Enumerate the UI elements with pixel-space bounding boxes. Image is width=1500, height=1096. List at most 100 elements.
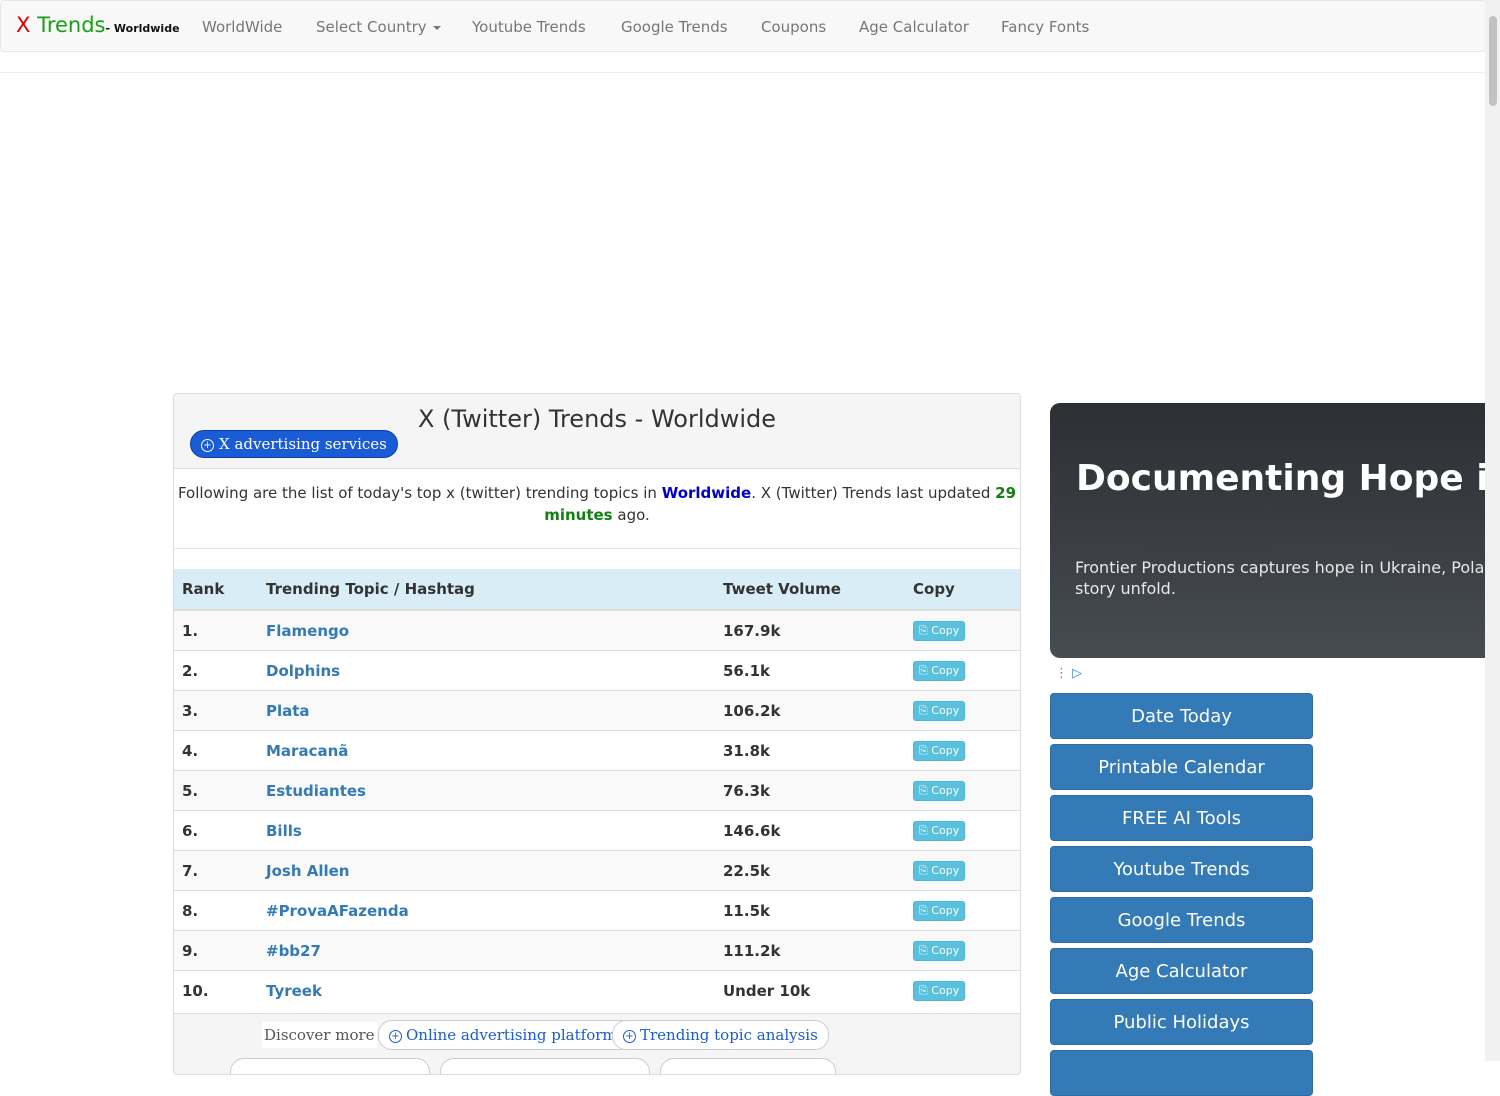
copy-icon: ⎘ <box>919 984 932 997</box>
copy-cell: ⎘ Copy <box>905 890 1020 931</box>
plus-circle-icon: + <box>623 1030 636 1043</box>
volume-cell: 76.3k <box>715 770 905 811</box>
topic-link[interactable]: Maracanã <box>266 742 348 760</box>
topic-cell: #bb27 <box>258 930 715 971</box>
table-row: 5. Estudiantes 76.3k ⎘ Copy <box>174 770 1020 811</box>
topic-link[interactable]: Flamengo <box>266 622 349 640</box>
copy-button[interactable]: ⎘ Copy <box>913 661 966 681</box>
ad-choices-icon[interactable]: ⋮ ▷ <box>1055 666 1082 681</box>
copy-cell: ⎘ Copy <box>905 930 1020 971</box>
header-topic: Trending Topic / Hashtag <box>258 569 715 611</box>
nav-google-trends[interactable]: Google Trends <box>621 17 728 37</box>
topic-link[interactable]: Plata <box>266 702 310 720</box>
topic-link[interactable]: Estudiantes <box>266 782 366 800</box>
copy-button[interactable]: ⎘ Copy <box>913 701 966 721</box>
copy-label: Copy <box>931 784 960 797</box>
table-row: 9. #bb27 111.2k ⎘ Copy <box>174 930 1020 971</box>
topic-cell: #ProvaAFazenda <box>258 890 715 931</box>
ad-card[interactable]: Documenting Hope in U Frontier Productio… <box>1050 403 1500 658</box>
nav-select-country[interactable]: Select Country <box>316 17 441 37</box>
topic-cell: Dolphins <box>258 650 715 691</box>
discover-pill[interactable]: + Online advertising platforms <box>378 1020 636 1050</box>
header-copy: Copy <box>905 569 1020 611</box>
topic-cell: Plata <box>258 690 715 731</box>
topic-link[interactable]: Josh Allen <box>266 862 349 880</box>
discover-more-bar: Discover more + Online advertising platfo… <box>174 1013 1020 1074</box>
topic-link[interactable]: Dolphins <box>266 662 340 680</box>
rank-cell: 10. <box>174 970 258 1010</box>
scrollbar-thumb[interactable] <box>1489 16 1497 106</box>
copy-button[interactable]: ⎘ Copy <box>913 901 966 921</box>
topic-link[interactable]: Bills <box>266 822 302 840</box>
volume-cell: 22.5k <box>715 850 905 891</box>
nav-fancy-fonts[interactable]: Fancy Fonts <box>1001 17 1089 37</box>
copy-label: Copy <box>931 944 960 957</box>
header-volume: Tweet Volume <box>715 569 905 611</box>
ad-services-pill[interactable]: + X advertising services <box>190 430 398 458</box>
topic-cell: Josh Allen <box>258 850 715 891</box>
discover-pill-label: Trending topic analysis <box>640 1026 818 1044</box>
rank-cell: 7. <box>174 850 258 891</box>
copy-icon: ⎘ <box>919 904 932 917</box>
trends-panel: X (Twitter) Trends - Worldwide + X advert… <box>173 393 1021 1075</box>
copy-label: Copy <box>931 984 960 997</box>
discover-pill-label: Online advertising platforms <box>406 1026 625 1044</box>
sidebar-button[interactable]: FREE AI Tools <box>1050 795 1313 841</box>
copy-button[interactable]: ⎘ Copy <box>913 821 966 841</box>
copy-button[interactable]: ⎘ Copy <box>913 981 966 1001</box>
sidebar-button[interactable]: Google Trends <box>1050 897 1313 943</box>
divider <box>0 72 1485 73</box>
topic-link[interactable]: Tyreek <box>266 982 322 1000</box>
copy-icon: ⎘ <box>919 824 932 837</box>
volume-cell: 56.1k <box>715 650 905 691</box>
sidebar-button[interactable]: Printable Calendar <box>1050 744 1313 790</box>
header-rank: Rank <box>174 569 258 611</box>
copy-button[interactable]: ⎘ Copy <box>913 741 966 761</box>
copy-button[interactable]: ⎘ Copy <box>913 621 966 641</box>
topic-link[interactable]: #bb27 <box>266 942 321 960</box>
sidebar-button[interactable]: Date Today <box>1050 693 1313 739</box>
nav-youtube-trends[interactable]: Youtube Trends <box>472 17 586 37</box>
topic-link[interactable]: #ProvaAFazenda <box>266 902 409 920</box>
copy-cell: ⎘ Copy <box>905 850 1020 891</box>
copy-icon: ⎘ <box>919 864 932 877</box>
volume-cell: 111.2k <box>715 930 905 971</box>
brand-trends: Trends <box>37 13 106 37</box>
intro-part: Following are the list of today's top x … <box>177 484 662 502</box>
copy-cell: ⎘ Copy <box>905 609 1020 651</box>
table-row: 2. Dolphins 56.1k ⎘ Copy <box>174 650 1020 691</box>
ad-pill-label: X advertising services <box>219 435 387 453</box>
topic-cell: Maracanã <box>258 730 715 771</box>
discover-pill[interactable]: + Trending topic analysis <box>612 1020 829 1050</box>
volume-cell: Under 10k <box>715 970 905 1010</box>
sidebar-button[interactable] <box>1050 1050 1313 1096</box>
sidebar-button[interactable]: Age Calculator <box>1050 948 1313 994</box>
copy-button[interactable]: ⎘ Copy <box>913 861 966 881</box>
table-row: 7. Josh Allen 22.5k ⎘ Copy <box>174 850 1020 891</box>
copy-icon: ⎘ <box>919 704 932 717</box>
nav-age-calculator[interactable]: Age Calculator <box>859 17 969 37</box>
volume-cell: 31.8k <box>715 730 905 771</box>
intro-part: ago. <box>612 506 650 524</box>
copy-button[interactable]: ⎘ Copy <box>913 781 966 801</box>
table-row: 3. Plata 106.2k ⎘ Copy <box>174 690 1020 731</box>
nav-coupons[interactable]: Coupons <box>761 17 826 37</box>
topic-cell: Flamengo <box>258 609 715 651</box>
sidebar-button[interactable]: Youtube Trends <box>1050 846 1313 892</box>
ad-title: Documenting Hope in U <box>1076 458 1500 499</box>
rank-cell: 6. <box>174 810 258 851</box>
copy-button[interactable]: ⎘ Copy <box>913 941 966 961</box>
top-navbar: X Trends- Worldwide WorldWide Select Cou… <box>0 0 1486 52</box>
plus-circle-icon: + <box>201 439 214 452</box>
volume-cell: 11.5k <box>715 890 905 931</box>
volume-cell: 106.2k <box>715 690 905 731</box>
copy-label: Copy <box>931 864 960 877</box>
copy-cell: ⎘ Copy <box>905 690 1020 731</box>
copy-icon: ⎘ <box>919 944 932 957</box>
copy-label: Copy <box>931 824 960 837</box>
nav-worldwide[interactable]: WorldWide <box>202 17 282 37</box>
brand-logo[interactable]: X Trends- Worldwide <box>16 11 180 43</box>
table-row: 10. Tyreek Under 10k ⎘ Copy <box>174 970 1020 1010</box>
sidebar-button[interactable]: Public Holidays <box>1050 999 1313 1045</box>
scrollbar[interactable] <box>1485 0 1500 1061</box>
